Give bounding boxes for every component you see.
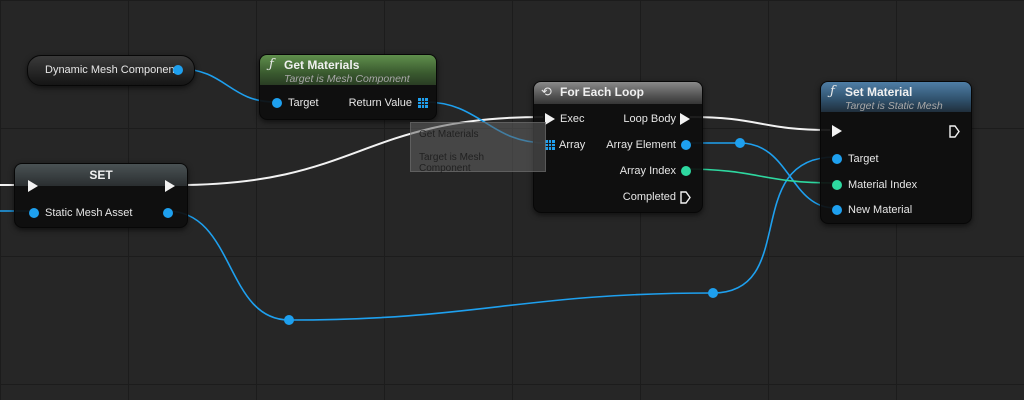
- for-each-loop-header[interactable]: ⟲ For Each Loop: [534, 82, 702, 104]
- reroute-node[interactable]: [708, 288, 718, 298]
- tooltip-title: Get Materials: [419, 129, 479, 140]
- for-each-loop-node[interactable]: ⟲ For Each Loop Exec Array Loop Body Arr…: [533, 81, 703, 213]
- set-material-exec-output-pin[interactable]: [949, 125, 960, 138]
- static-mesh-asset-label: Static Mesh Asset: [45, 207, 133, 219]
- function-icon: ƒ: [830, 84, 835, 99]
- exec-pin-label: Exec: [560, 113, 585, 125]
- exec-input-pin[interactable]: [545, 113, 555, 125]
- loop-icon: ⟲: [541, 84, 552, 99]
- exec-input-pin-row[interactable]: Exec: [545, 112, 584, 126]
- array-element-output-pin[interactable]: [681, 140, 691, 150]
- set-material-header[interactable]: ƒ Set Material Target is Static Mesh: [821, 82, 971, 112]
- array-index-pin-row[interactable]: Array Index: [620, 164, 691, 178]
- set-node-title: SET: [89, 168, 113, 182]
- return-value-pin-label: Return Value: [348, 97, 412, 109]
- set-variable-node[interactable]: SET Static Mesh Asset: [14, 163, 188, 228]
- array-element-pin-row[interactable]: Array Element: [606, 138, 691, 152]
- dynamic-mesh-component-node[interactable]: Dynamic Mesh Component: [27, 55, 195, 86]
- set-material-target-input-pin[interactable]: [832, 154, 842, 164]
- array-input-pin-icon[interactable]: [545, 140, 555, 150]
- array-pin-label: Array: [559, 139, 586, 151]
- exec-wire-loopbody-to-setmaterial: [689, 116, 831, 131]
- set-node-header[interactable]: SET: [15, 164, 187, 186]
- set-exec-input-pin[interactable]: [28, 180, 38, 192]
- set-exec-output-pin[interactable]: [165, 180, 175, 192]
- dynamic-mesh-output-pin[interactable]: [173, 65, 183, 75]
- loop-body-pin-row[interactable]: Loop Body: [623, 112, 690, 126]
- static-mesh-asset-output-pin[interactable]: [163, 208, 173, 218]
- function-icon: ƒ: [269, 57, 274, 72]
- target-pin-label: Target: [288, 97, 319, 109]
- material-index-label: Material Index: [848, 179, 918, 191]
- material-index-input-pin[interactable]: [832, 180, 842, 190]
- new-material-pin-row[interactable]: New Material: [832, 203, 912, 217]
- material-index-pin-row[interactable]: Material Index: [832, 178, 917, 192]
- array-index-output-pin[interactable]: [681, 166, 691, 176]
- set-material-node[interactable]: ƒ Set Material Target is Static Mesh Tar…: [820, 81, 972, 224]
- reroute-node[interactable]: [735, 138, 745, 148]
- static-mesh-asset-pin-row[interactable]: Static Mesh Asset: [29, 206, 132, 220]
- get-materials-node[interactable]: ƒ Get Materials Target is Mesh Component…: [259, 54, 437, 120]
- get-materials-title: Get Materials: [284, 58, 360, 72]
- wire-reroute-to-reroute: [288, 292, 714, 321]
- tooltip-subtitle: Target is Mesh Component: [419, 152, 485, 174]
- array-output-pin-icon[interactable]: [418, 98, 428, 108]
- wire-static-mesh-to-reroute: [166, 210, 290, 321]
- completed-exec-pin[interactable]: [680, 191, 691, 204]
- array-index-label: Array Index: [619, 165, 676, 177]
- target-input-pin[interactable]: [272, 98, 282, 108]
- loop-body-label: Loop Body: [623, 113, 676, 125]
- dynamic-mesh-component-label: Dynamic Mesh Component: [45, 64, 178, 76]
- static-mesh-asset-input-pin[interactable]: [29, 208, 39, 218]
- array-input-pin-row[interactable]: Array: [545, 138, 585, 152]
- get-materials-header[interactable]: ƒ Get Materials Target is Mesh Component: [260, 55, 436, 85]
- new-material-label: New Material: [848, 204, 913, 216]
- set-material-target-pin-row[interactable]: Target: [832, 152, 879, 166]
- completed-pin-row[interactable]: Completed: [623, 190, 691, 204]
- get-materials-subtitle: Target is Mesh Component: [284, 73, 410, 85]
- reroute-node[interactable]: [284, 315, 294, 325]
- completed-label: Completed: [622, 191, 676, 203]
- set-material-title: Set Material: [845, 85, 913, 99]
- wire-reroute-to-target: [712, 156, 836, 294]
- array-element-label: Array Element: [606, 139, 676, 151]
- for-each-loop-title: For Each Loop: [560, 85, 644, 99]
- loop-body-exec-pin[interactable]: [680, 113, 690, 125]
- set-material-subtitle: Target is Static Mesh: [845, 100, 943, 112]
- get-materials-target-pin-row[interactable]: Target: [272, 96, 319, 110]
- wire-array-index-to-material-index: [681, 168, 836, 184]
- set-material-target-label: Target: [848, 153, 879, 165]
- get-materials-return-pin-row[interactable]: Return Value: [349, 96, 428, 110]
- new-material-input-pin[interactable]: [832, 205, 842, 215]
- node-tooltip: Get Materials Target is Mesh Component: [410, 122, 546, 174]
- set-material-exec-input-pin[interactable]: [832, 125, 842, 137]
